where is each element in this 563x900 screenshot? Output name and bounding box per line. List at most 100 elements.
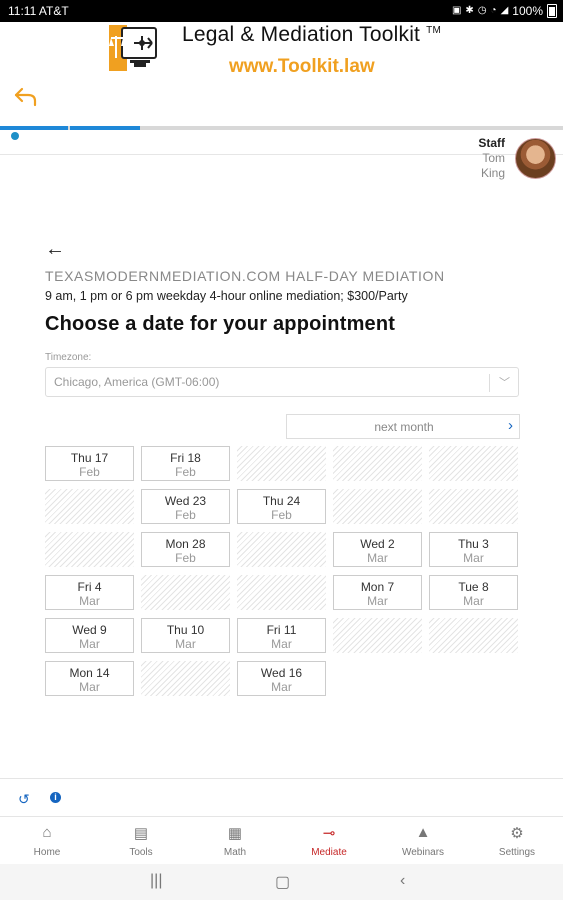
tab-label: Home [33,847,61,858]
date-day: Thu 10 [166,623,205,637]
back-nav-icon[interactable]: ‹ [400,872,405,890]
avatar [515,138,556,179]
date-cell[interactable]: Fri 11 Mar [237,618,326,653]
date-month: Feb [175,465,196,479]
home-nav-icon[interactable]: ▢ [275,872,290,892]
service-description: 9 am, 1 pm or 6 pm weekday 4-hour online… [45,289,408,303]
tab-tools[interactable]: ▤ Tools [94,817,188,865]
date-month: Mar [367,551,388,565]
unavailable-date-cell [141,575,230,610]
date-day: Thu 3 [458,537,489,551]
unavailable-date-cell [333,489,422,524]
refresh-icon[interactable]: ↺ [18,791,30,808]
date-cell[interactable]: Thu 24 Feb [237,489,326,524]
toolbox-icon: ▤ [133,825,149,842]
unavailable-date-cell [429,446,518,481]
date-month: Mar [367,594,388,608]
status-icons: ▣ ✱ ◷ ◔ ◢ 100% [452,4,557,18]
date-month: Mar [175,637,196,651]
date-cell[interactable]: Mon 7 Mar [333,575,422,610]
app-title: Legal & Mediation Toolkit TM [182,23,441,47]
tab-settings[interactable]: ⚙ Settings [470,817,563,865]
tab-mediate[interactable]: ⊸ Mediate [282,817,376,865]
battery-level: 100% [512,4,543,18]
select-divider [489,374,490,392]
date-cell[interactable]: Wed 9 Mar [45,618,134,653]
staff-info: Staff Tom King [478,136,505,181]
date-month: Mar [271,637,292,651]
date-day: Mon 28 [165,537,206,551]
unavailable-date-cell [45,489,134,524]
date-month: Feb [175,508,196,522]
date-cell[interactable]: Mon 28 Feb [141,532,230,567]
chevron-right-icon: › [508,417,513,434]
date-cell[interactable]: Thu 17 Feb [45,446,134,481]
widget-logo-icon [2,132,28,140]
date-day: Mon 7 [360,580,395,594]
next-month-label: next month [374,420,434,434]
app-url[interactable]: www.Toolkit.law [229,56,375,78]
staff-first-name: Tom [482,151,505,165]
app-title-text: Legal & Mediation Toolkit [182,23,421,46]
date-cell[interactable]: Fri 4 Mar [45,575,134,610]
date-month: Mar [463,594,484,608]
date-cell[interactable]: Wed 2 Mar [333,532,422,567]
chevron-down-icon: ﹀ [499,377,510,389]
tab-label: Math [223,847,247,858]
tab-label: Mediate [311,847,347,858]
timezone-select[interactable]: Chicago, America (GMT-06:00) ﹀ [45,367,519,397]
status-time: 11:11 AT&T [8,4,69,18]
date-month: Mar [79,680,100,694]
unavailable-date-cell [333,618,422,653]
next-month-button[interactable]: next month › [286,414,520,439]
widget-footer: ↺ i [0,778,563,817]
timezone-value: Chicago, America (GMT-06:00) [54,375,220,389]
date-month: Feb [79,465,100,479]
tab-label: Webinars [401,847,445,858]
date-cell[interactable]: Wed 23 Feb [141,489,230,524]
alarm-icon: ◷ [477,5,487,16]
date-day: Wed 23 [164,494,207,508]
date-cell[interactable]: Thu 3 Mar [429,532,518,567]
timezone-label: Timezone: [45,352,92,363]
date-day: Mon 14 [69,666,110,680]
unavailable-date-cell [429,618,518,653]
unavailable-date-cell [333,446,422,481]
date-cell[interactable]: Tue 8 Mar [429,575,518,610]
service-title: TEXASMODERNMEDIATION.COM HALF-DAY MEDIAT… [45,268,445,284]
step-back-button[interactable]: ← [45,238,65,261]
gear-icon: ⚙ [510,825,524,842]
back-arrow-icon[interactable] [14,86,38,108]
signal-icon: ◢ [500,5,509,16]
info-icon[interactable]: i [50,792,61,803]
date-cell[interactable]: Fri 18 Feb [141,446,230,481]
unavailable-date-cell [237,575,326,610]
page-title: Choose a date for your appointment [45,313,396,335]
date-month: Feb [271,508,292,522]
system-nav-bar: ||| ▢ ‹ [0,864,563,900]
wifi-icon: ◔ [490,5,497,16]
staff-label: Staff [478,136,505,150]
unavailable-date-cell [237,446,326,481]
toolkit-logo-icon [108,24,164,74]
tab-label: Tools [129,847,153,858]
tab-home[interactable]: ⌂ Home [0,817,94,865]
date-day: Fri 4 [77,580,102,594]
date-cell[interactable]: Thu 10 Mar [141,618,230,653]
date-day: Fri 18 [170,451,201,465]
date-cell[interactable]: Mon 14 Mar [45,661,134,696]
tab-math[interactable]: ▦ Math [188,817,282,865]
recent-apps-icon[interactable]: ||| [150,872,162,890]
tab-webinars[interactable]: ▲ Webinars [376,817,470,865]
unavailable-date-cell [237,532,326,567]
date-cell[interactable]: Wed 16 Mar [237,661,326,696]
graduation-cap-icon: ▲ [415,824,431,841]
date-day: Tue 8 [458,580,489,594]
date-month: Mar [79,637,100,651]
battery-icon [547,4,557,18]
status-bar: 11:11 AT&T ▣ ✱ ◷ ◔ ◢ 100% [0,0,563,22]
unavailable-date-cell [141,661,230,696]
bottom-tab-bar: ⌂ Home ▤ Tools ▦ Math ⊸ Mediate ▲ Webinars ⚙ Settin… [0,816,563,865]
trademark: TM [426,25,441,36]
date-day: Wed 16 [260,666,303,680]
